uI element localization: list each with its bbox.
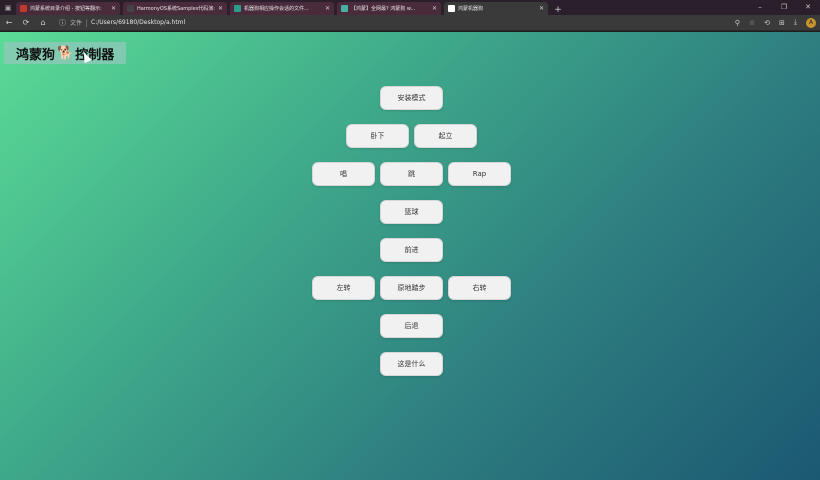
tab-close-icon[interactable]: ✕ bbox=[432, 5, 437, 12]
home-icon[interactable]: ⌂ bbox=[38, 18, 48, 27]
downloads-icon[interactable]: ⤓ bbox=[794, 18, 797, 27]
march-in-place-button[interactable]: 原地踏步 bbox=[380, 276, 443, 300]
tab-title: 鸿蒙机器狗 bbox=[458, 6, 484, 12]
tab-favicon-icon bbox=[234, 5, 241, 12]
close-window-button[interactable]: ✕ bbox=[796, 0, 820, 15]
restore-button[interactable]: ❐ bbox=[772, 0, 796, 15]
browser-tab[interactable]: 【鸿蒙】全网最? 鸿蒙狗 w... ✕ bbox=[337, 2, 441, 15]
back-button[interactable]: 后退 bbox=[380, 314, 443, 338]
tab-title: HarmonyOS系统Samples代码演: bbox=[137, 6, 215, 12]
tab-title: 鸿蒙系统目录介绍 - 按钮等翻示: bbox=[30, 6, 102, 12]
window-controls: – ❐ ✕ bbox=[748, 0, 820, 15]
history-icon[interactable]: ⟲ bbox=[764, 19, 770, 27]
browser-tab[interactable]: 机器狗相应操作会话的文件... ✕ bbox=[230, 2, 334, 15]
install-mode-button[interactable]: 安装模式 bbox=[380, 86, 443, 110]
read-aloud-icon[interactable]: ⚲ bbox=[735, 19, 740, 27]
address-bar[interactable]: ⓘ 文件 C:/Users/69180/Desktop/a.html bbox=[55, 17, 728, 29]
tab-favicon-icon bbox=[448, 5, 455, 12]
tab-favicon-icon bbox=[20, 5, 27, 12]
browser-tab-active[interactable]: 鸿蒙机器狗 ✕ bbox=[444, 2, 548, 15]
what-is-this-button[interactable]: 这是什么 bbox=[380, 352, 443, 376]
page-content: 鸿蒙狗 🐕 控制器 安装模式 卧下 起立 唱 跳 Rap 篮球 前进 左转 原地… bbox=[0, 32, 820, 480]
browser-tab[interactable]: HarmonyOS系统Samples代码演: ✕ bbox=[123, 2, 227, 15]
collections-icon[interactable]: ⊞ bbox=[779, 19, 785, 27]
info-icon[interactable]: ⓘ bbox=[59, 18, 66, 28]
address-scheme: 文件 bbox=[70, 20, 83, 27]
dog-icon: 🐕 bbox=[57, 45, 74, 61]
toolbar-actions: ⚲ ☆ ⟲ ⊞ ⤓ A bbox=[735, 17, 816, 28]
tab-title: 【鸿蒙】全网最? 鸿蒙狗 w... bbox=[351, 6, 416, 12]
jump-button[interactable]: 跳 bbox=[380, 162, 443, 186]
stand-up-button[interactable]: 起立 bbox=[414, 124, 477, 148]
profile-avatar[interactable]: A bbox=[806, 17, 816, 28]
turn-left-button[interactable]: 左转 bbox=[312, 276, 375, 300]
forward-button[interactable]: 前进 bbox=[380, 238, 443, 262]
refresh-icon[interactable]: ⟳ bbox=[21, 18, 31, 27]
sing-button[interactable]: 唱 bbox=[312, 162, 375, 186]
browser-toolbar: ← ⟳ ⌂ ⓘ 文件 C:/Users/69180/Desktop/a.html… bbox=[0, 15, 820, 31]
tab-close-icon[interactable]: ✕ bbox=[111, 5, 116, 12]
address-divider bbox=[86, 18, 88, 27]
tab-close-icon[interactable]: ✕ bbox=[218, 5, 223, 12]
rap-button[interactable]: Rap bbox=[448, 162, 511, 186]
tab-close-icon[interactable]: ✕ bbox=[539, 5, 544, 12]
page-logo: 鸿蒙狗 🐕 控制器 bbox=[4, 42, 127, 64]
basketball-button[interactable]: 篮球 bbox=[380, 200, 443, 224]
address-url[interactable]: C:/Users/69180/Desktop/a.html bbox=[91, 19, 185, 26]
new-tab-button[interactable]: + bbox=[551, 5, 565, 15]
window-menu-icon[interactable]: ▣ bbox=[0, 0, 16, 15]
browser-tab-bar: ▣ 鸿蒙系统目录介绍 - 按钮等翻示: ✕ HarmonyOS系统Samples… bbox=[0, 0, 820, 15]
favorite-icon[interactable]: ☆ bbox=[749, 19, 755, 27]
tab-close-icon[interactable]: ✕ bbox=[325, 5, 330, 12]
browser-tab[interactable]: 鸿蒙系统目录介绍 - 按钮等翻示: ✕ bbox=[16, 2, 120, 15]
tab-favicon-icon bbox=[127, 5, 134, 12]
page-title: 鸿蒙狗 bbox=[16, 47, 56, 63]
tab-favicon-icon bbox=[341, 5, 348, 12]
minimize-button[interactable]: – bbox=[748, 0, 772, 15]
back-icon[interactable]: ← bbox=[4, 18, 14, 27]
tab-title: 机器狗相应操作会话的文件... bbox=[244, 6, 309, 12]
lie-down-button[interactable]: 卧下 bbox=[346, 124, 409, 148]
turn-right-button[interactable]: 右转 bbox=[448, 276, 511, 300]
